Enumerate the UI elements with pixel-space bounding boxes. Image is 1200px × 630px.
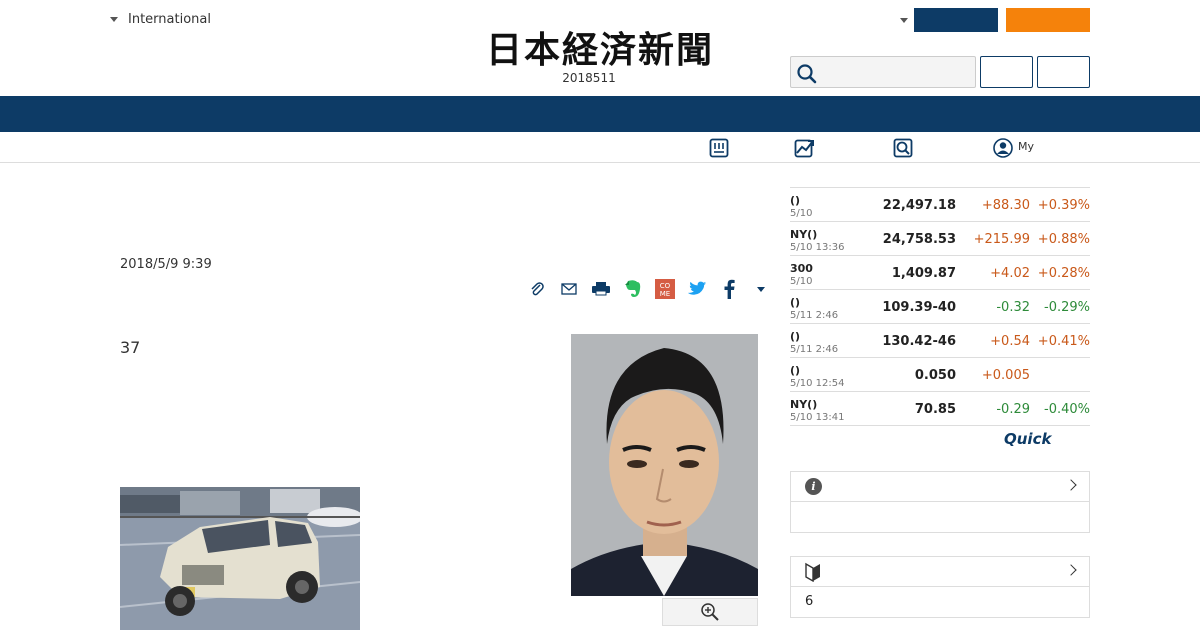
beginner-box: 6 [790, 556, 1090, 618]
market-change: -0.32 [996, 300, 1030, 315]
market-row[interactable]: () 5/10 22,497.18 +88.30 +0.39% [790, 188, 1090, 222]
market-change-percent: +0.39% [1037, 198, 1090, 213]
info-box-body [791, 502, 1089, 532]
market-name: () [790, 330, 801, 343]
market-value: 24,758.53 [882, 232, 956, 247]
newspaper-icon[interactable] [708, 137, 730, 159]
market-change-percent: -0.29% [1044, 300, 1090, 315]
market-value: 0.050 [914, 368, 956, 383]
market-row[interactable]: NY() 5/10 13:36 24,758.53 +215.99 +0.88% [790, 222, 1090, 256]
region-label: International [128, 12, 211, 27]
market-change-percent: +0.28% [1037, 266, 1090, 281]
info-icon: i [805, 478, 822, 495]
market-time: 5/11 2:46 [790, 344, 839, 355]
market-row[interactable]: () 5/10 12:54 0.050 +0.005 [790, 358, 1090, 392]
market-row[interactable]: NY() 5/10 13:41 70.85 -0.29 -0.40% [790, 392, 1090, 426]
my-page-link[interactable]: My [1018, 140, 1034, 153]
market-change: +215.99 [973, 232, 1030, 247]
market-change-percent: +0.41% [1037, 334, 1090, 349]
account-area [900, 8, 1090, 32]
login-button[interactable] [914, 8, 998, 32]
market-value: 109.39-40 [882, 300, 956, 315]
person-photo[interactable] [571, 334, 758, 596]
market-value: 22,497.18 [882, 198, 956, 213]
quick-provider-logo[interactable]: Quick [1004, 430, 1051, 448]
article-published-date: 2018/5/9 9:39 [120, 257, 212, 272]
market-time: 5/10 [790, 208, 813, 219]
header-button-2[interactable] [1037, 56, 1090, 88]
market-time: 5/10 13:36 [790, 242, 845, 253]
region-selector[interactable]: International [110, 12, 211, 27]
twitter-icon[interactable] [686, 278, 708, 300]
market-time: 5/10 [790, 276, 813, 287]
svg-text:日本経済新聞: 日本経済新聞 [486, 29, 714, 70]
market-row[interactable]: () 5/11 2:46 109.39-40 -0.32 -0.29% [790, 290, 1090, 324]
market-name: () [790, 194, 801, 207]
info-box: i [790, 471, 1090, 533]
market-change-percent: +0.88% [1037, 232, 1090, 247]
market-change: +4.02 [990, 266, 1030, 281]
beginner-box-header[interactable] [791, 557, 1089, 587]
mail-icon[interactable] [558, 278, 580, 300]
come-icon[interactable]: CO ME [654, 278, 676, 300]
site-header: International 日本経済新聞 2018511 [0, 0, 1200, 96]
main-navigation[interactable] [0, 96, 1200, 132]
more-share-caret-icon[interactable] [750, 278, 772, 300]
share-toolbar: CO ME [526, 278, 782, 300]
beginner-mark-icon [805, 562, 820, 582]
header-button-1[interactable] [980, 56, 1033, 88]
market-change: +0.54 [990, 334, 1030, 349]
info-box-header[interactable]: i [791, 472, 1089, 502]
market-time: 5/11 2:46 [790, 310, 839, 321]
market-name: () [790, 296, 801, 309]
search-input[interactable] [790, 56, 976, 88]
issue-date: 2018511 [562, 71, 616, 85]
site-logo[interactable]: 日本経済新聞 [450, 26, 750, 70]
market-value: 70.85 [914, 402, 956, 417]
market-time: 5/10 12:54 [790, 378, 845, 389]
market-chart-icon[interactable] [793, 137, 815, 159]
facebook-icon[interactable] [718, 278, 740, 300]
market-row[interactable]: () 5/11 2:46 130.42-46 +0.54 +0.41% [790, 324, 1090, 358]
beginner-box-body: 6 [791, 587, 1089, 617]
evernote-icon[interactable] [622, 278, 644, 300]
chevron-right-icon [1065, 564, 1077, 576]
market-row[interactable]: 300 5/10 1,409.87 +4.02 +0.28% [790, 256, 1090, 290]
zoom-in-icon [701, 603, 719, 621]
print-icon[interactable] [590, 278, 612, 300]
market-data-table: () 5/10 22,497.18 +88.30 +0.39% NY() 5/1… [790, 187, 1090, 426]
count-text: 6 [805, 594, 814, 609]
user-icon[interactable] [992, 137, 1014, 159]
market-change-percent: -0.40% [1044, 402, 1090, 417]
svg-text:CO: CO [660, 282, 671, 290]
market-change: +88.30 [981, 198, 1030, 213]
sub-navigation: My [0, 132, 1200, 163]
clip-icon[interactable] [526, 278, 548, 300]
article-lead-text: 37 [120, 338, 141, 357]
market-name: () [790, 364, 801, 377]
subscribe-button[interactable] [1006, 8, 1090, 32]
market-change: -0.29 [996, 402, 1030, 417]
search-icon[interactable] [796, 63, 818, 85]
caret-down-icon[interactable] [900, 17, 908, 23]
market-time: 5/10 13:41 [790, 412, 845, 423]
caret-down-icon [110, 17, 118, 22]
chevron-right-icon [1065, 479, 1077, 491]
svg-text:ME: ME [660, 290, 670, 298]
market-value: 1,409.87 [891, 266, 956, 281]
search-page-icon[interactable] [892, 137, 914, 159]
car-photo[interactable] [120, 487, 360, 630]
market-change: +0.005 [981, 368, 1030, 383]
market-name: NY() [790, 228, 818, 241]
zoom-button[interactable] [662, 598, 758, 626]
market-value: 130.42-46 [882, 334, 956, 349]
market-name: 300 [790, 262, 813, 275]
market-name: NY() [790, 398, 818, 411]
